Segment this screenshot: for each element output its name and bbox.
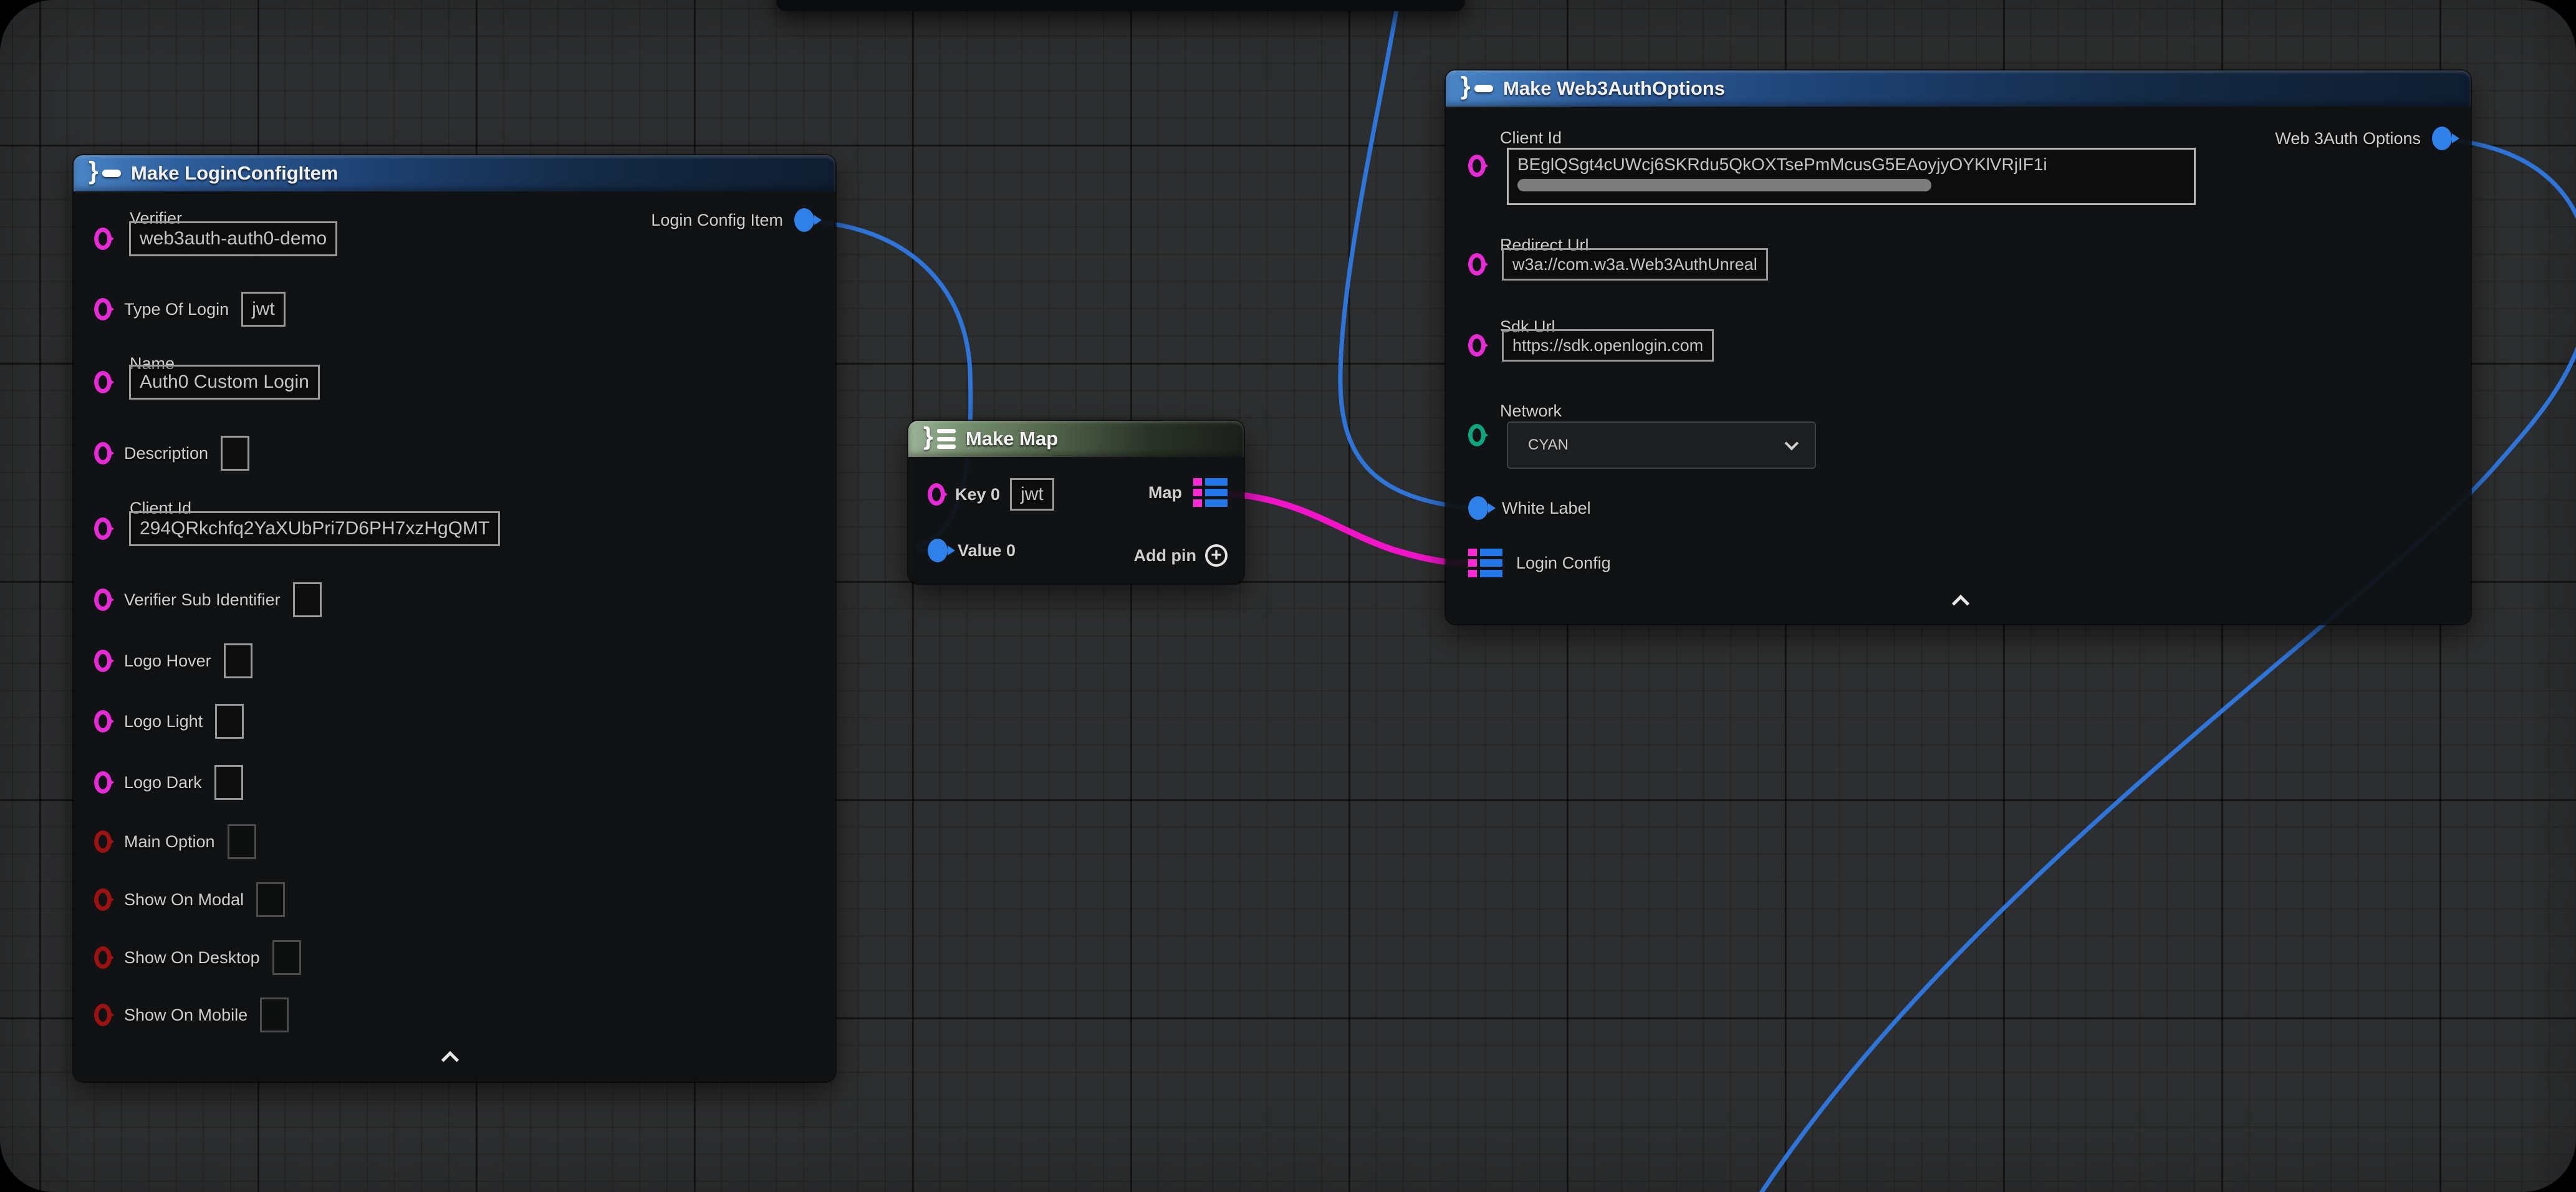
logo-light-pin[interactable]	[94, 710, 112, 733]
map-output-pin[interactable]	[1193, 478, 1228, 507]
show-on-mobile-checkbox[interactable]	[260, 997, 289, 1032]
client-id-scrollbar[interactable]	[1517, 179, 1931, 191]
network-label: Network	[1500, 401, 1562, 421]
node-make-loginconfigitem[interactable]: } Make LoginConfigItem Verifier web3auth…	[74, 155, 835, 1082]
verifier-sub-identifier-label: Verifier Sub Identifier	[124, 590, 281, 610]
main-option-checkbox[interactable]	[228, 824, 256, 859]
node-title: Make Web3AuthOptions	[1503, 77, 1725, 100]
white-label-label: White Label	[1502, 499, 1591, 518]
key0-input[interactable]: jwt	[1010, 478, 1054, 511]
main-option-pin[interactable]	[94, 830, 112, 853]
node-header-make-map[interactable]: } Make Map	[908, 421, 1244, 457]
show-on-modal-pin[interactable]	[94, 888, 112, 911]
show-on-mobile-pin[interactable]	[94, 1004, 112, 1026]
name-pin[interactable]	[94, 371, 112, 393]
show-on-desktop-label: Show On Desktop	[124, 948, 260, 968]
node-make-web3authoptions[interactable]: } Make Web3AuthOptions Client Id BEglQSg…	[1446, 70, 2471, 624]
node-header-make-loginconfigitem[interactable]: } Make LoginConfigItem	[74, 155, 835, 191]
show-on-desktop-pin[interactable]	[94, 946, 112, 969]
logo-hover-label: Logo Hover	[124, 651, 211, 671]
graph-canvas[interactable]: } Make LoginConfigItem Verifier web3auth…	[0, 0, 2576, 1192]
logo-light-input[interactable]	[215, 704, 244, 739]
node-title: Make LoginConfigItem	[131, 162, 338, 185]
white-label-pin[interactable]	[1468, 496, 1488, 520]
key0-pin[interactable]	[928, 483, 945, 506]
description-pin[interactable]	[94, 442, 112, 464]
client-id-value: BEglQSgt4cUWcj6SKRdu5QkOXTsePmMcusG5EAoy…	[1517, 155, 2185, 175]
type-of-login-label: Type Of Login	[124, 300, 229, 319]
show-on-modal-checkbox[interactable]	[256, 882, 285, 917]
sdk-url-pin[interactable]	[1468, 334, 1486, 357]
login-config-pin[interactable]	[1468, 549, 1502, 577]
logo-hover-input[interactable]	[224, 643, 252, 678]
node-header-make-web3authoptions[interactable]: } Make Web3AuthOptions	[1446, 70, 2471, 107]
show-on-desktop-checkbox[interactable]	[272, 940, 301, 975]
client-id-pin[interactable]	[94, 517, 112, 540]
verifier-pin[interactable]	[94, 228, 112, 250]
logo-dark-pin[interactable]	[94, 771, 112, 794]
description-label: Description	[124, 444, 208, 463]
logo-hover-pin[interactable]	[94, 650, 112, 672]
key0-label: Key 0	[955, 485, 1000, 504]
network-selected-value: CYAN	[1528, 436, 1569, 454]
offscreen-node-top[interactable]	[776, 0, 1465, 11]
name-input[interactable]: Auth0 Custom Login	[129, 365, 320, 400]
show-on-mobile-label: Show On Mobile	[124, 1006, 248, 1025]
add-pin-icon[interactable]: +	[1205, 544, 1228, 567]
value0-pin[interactable]	[928, 539, 948, 562]
node-make-map[interactable]: } Make Map Key 0 jwt Map Value 0 Add pin	[908, 421, 1244, 584]
value0-label: Value 0	[958, 541, 1016, 560]
make-struct-icon: }	[89, 161, 121, 186]
verifier-input[interactable]: web3auth-auth0-demo	[129, 221, 337, 256]
blueprint-editor-window: } Make LoginConfigItem Verifier web3auth…	[0, 0, 2576, 1192]
redirect-url-pin[interactable]	[1468, 253, 1486, 276]
client-id-input[interactable]: 294QRkchfq2YaXUbPri7D6PH7xzHgQMT	[129, 511, 500, 546]
make-map-icon: }	[923, 426, 956, 451]
web3auth-options-output-pin[interactable]	[2432, 127, 2452, 150]
main-option-label: Main Option	[124, 832, 215, 852]
make-struct-icon: }	[1461, 76, 1493, 101]
type-of-login-input[interactable]: jwt	[241, 292, 286, 327]
verifier-sub-identifier-pin[interactable]	[94, 589, 112, 611]
network-pin[interactable]	[1468, 424, 1486, 446]
login-config-item-output-pin[interactable]	[794, 208, 814, 232]
logo-light-label: Logo Light	[124, 712, 203, 731]
client-id-label: Client Id	[1500, 128, 1562, 148]
network-dropdown[interactable]: CYAN	[1507, 421, 1816, 469]
redirect-url-input[interactable]: w3a://com.w3a.Web3AuthUnreal	[1502, 248, 1768, 281]
add-pin-label: Add pin	[1134, 546, 1196, 565]
chevron-down-icon	[1785, 436, 1799, 451]
logo-dark-label: Logo Dark	[124, 773, 202, 792]
login-config-label: Login Config	[1516, 554, 1611, 573]
login-config-item-output-label: Login Config Item	[651, 211, 783, 230]
client-id-input[interactable]: BEglQSgt4cUWcj6SKRdu5QkOXTsePmMcusG5EAoy…	[1507, 148, 2196, 205]
show-on-modal-label: Show On Modal	[124, 890, 244, 910]
web3auth-options-output-label: Web 3Auth Options	[2275, 129, 2421, 148]
type-of-login-pin[interactable]	[94, 298, 112, 320]
verifier-sub-identifier-input[interactable]	[293, 582, 322, 617]
sdk-url-input[interactable]: https://sdk.openlogin.com	[1502, 329, 1714, 362]
collapse-chevron-icon[interactable]	[1952, 595, 1969, 612]
client-id-pin[interactable]	[1468, 155, 1486, 177]
node-title: Make Map	[966, 428, 1058, 450]
map-output-label: Map	[1148, 483, 1182, 502]
logo-dark-input[interactable]	[214, 765, 243, 800]
description-input[interactable]	[221, 436, 249, 471]
collapse-chevron-icon[interactable]	[441, 1051, 459, 1069]
